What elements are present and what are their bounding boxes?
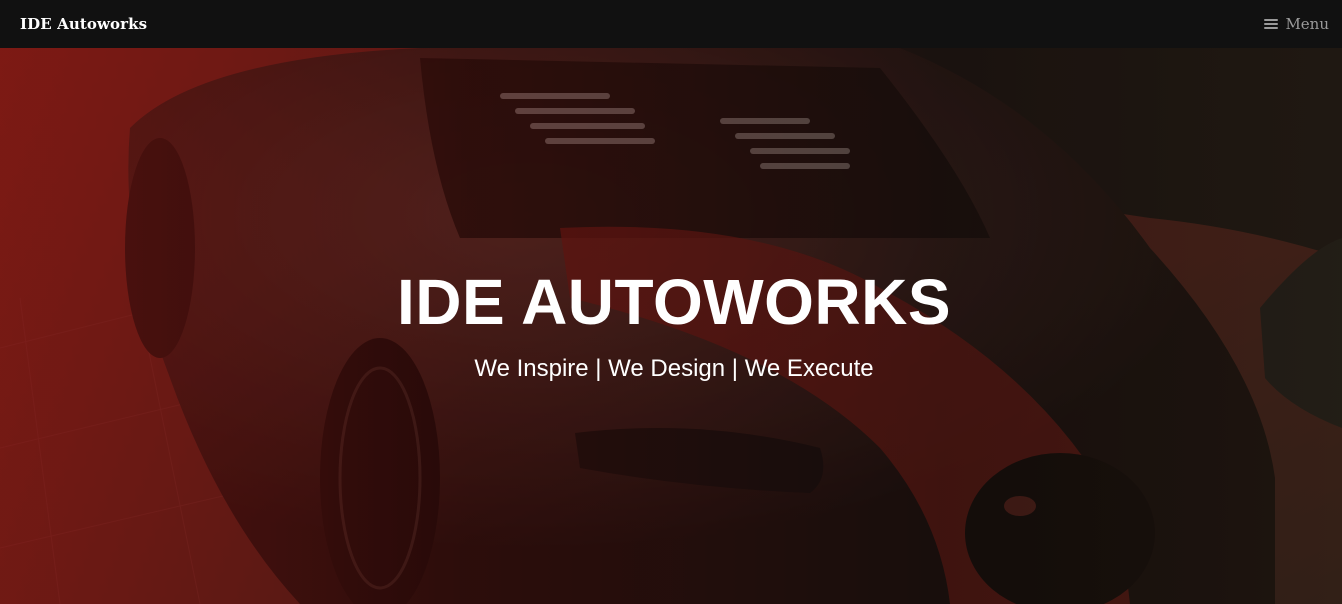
hero-content: IDE AUTOWORKS We Inspire | We Design | W… bbox=[0, 48, 1342, 604]
hamburger-icon bbox=[1264, 18, 1279, 30]
hero-subtitle: We Inspire | We Design | We Execute bbox=[474, 355, 874, 382]
hero-section: IDE AUTOWORKS We Inspire | We Design | W… bbox=[0, 48, 1342, 604]
brand-link[interactable]: IDE Autoworks bbox=[20, 15, 147, 33]
hero-title: IDE AUTOWORKS bbox=[396, 266, 952, 338]
menu-toggle-button[interactable]: Menu bbox=[1264, 15, 1329, 33]
navbar: IDE Autoworks Menu bbox=[0, 0, 1342, 48]
menu-label: Menu bbox=[1285, 15, 1329, 33]
